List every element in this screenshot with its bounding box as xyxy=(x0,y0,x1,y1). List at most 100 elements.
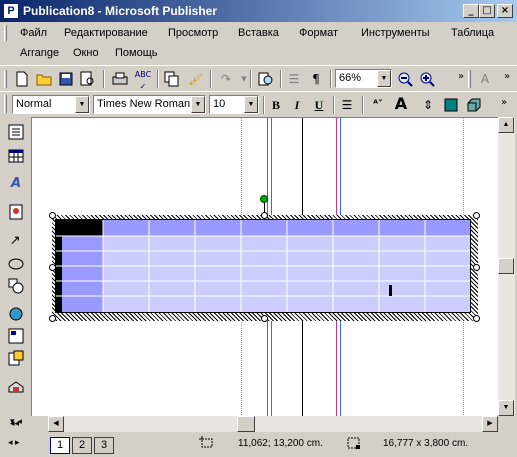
italic-button[interactable]: I xyxy=(287,95,307,115)
page-tab-2[interactable]: 2 xyxy=(72,437,92,454)
oval-icon[interactable] xyxy=(5,253,27,275)
menu-table[interactable]: Таблица xyxy=(451,27,494,39)
redo-icon[interactable]: ↷ xyxy=(216,69,236,89)
scroll-up-button[interactable]: ▲ xyxy=(498,117,514,133)
page-nav-icon[interactable]: ◂ ▸ xyxy=(8,437,20,448)
font-value: Times New Roman xyxy=(97,98,191,110)
resize-handle-se[interactable] xyxy=(473,315,480,322)
object-size-readout: 16,777 x 3,800 cm. xyxy=(383,438,469,449)
menu-help[interactable]: Помощь xyxy=(115,47,158,59)
font-size-combo[interactable]: 10 ▼ xyxy=(209,95,259,114)
underline-button[interactable]: U xyxy=(309,95,329,115)
zoom-out-icon[interactable] xyxy=(395,69,415,89)
vertical-scroll-thumb[interactable] xyxy=(498,258,514,274)
format-painter-icon[interactable]: 🖌 xyxy=(186,69,206,89)
vertical-scrollbar[interactable]: ▲ ▼ xyxy=(498,117,515,416)
open-icon[interactable] xyxy=(34,69,54,89)
wordart-frame-icon[interactable]: A xyxy=(5,173,27,195)
toolbar-overflow-icon[interactable]: » xyxy=(494,93,514,113)
menu-file[interactable]: Файл xyxy=(20,27,47,39)
scroll-left-button[interactable]: ◀ xyxy=(48,416,64,432)
zoom-page-icon[interactable] xyxy=(256,69,276,89)
standard-toolbar-grip[interactable] xyxy=(4,70,7,88)
bold-button[interactable]: B xyxy=(266,95,286,115)
style-value: Normal xyxy=(16,98,52,110)
resize-handle-e[interactable] xyxy=(473,264,480,271)
toolbar-separator xyxy=(157,70,159,88)
new-icon[interactable] xyxy=(12,69,32,89)
resize-handle-n[interactable] xyxy=(261,212,268,219)
rotate-handle[interactable] xyxy=(260,195,268,203)
resize-handle-s[interactable] xyxy=(261,315,268,322)
scroll-right-button[interactable]: ▶ xyxy=(482,416,498,432)
font-size-dropdown-icon[interactable]: ▼ xyxy=(244,96,258,113)
form-control-icon[interactable] xyxy=(5,325,27,347)
style-dropdown-icon[interactable]: ▼ xyxy=(75,96,89,113)
scroll-first-icon[interactable]: ◂◂ xyxy=(10,418,19,429)
line-icon[interactable]: → xyxy=(0,225,31,256)
zoom-in-icon[interactable] xyxy=(417,69,437,89)
publisher-app-icon[interactable]: P xyxy=(3,3,19,19)
spellcheck-icon[interactable]: ABC ✓ xyxy=(133,69,153,91)
save-icon[interactable] xyxy=(56,69,76,89)
menu-window[interactable]: Окно xyxy=(73,47,99,59)
menu-tools[interactable]: Инструменты xyxy=(361,27,430,39)
toolbar-overflow-icon[interactable]: » xyxy=(497,67,517,87)
font-size-value: 10 xyxy=(213,98,226,110)
fill-color-icon[interactable] xyxy=(441,95,461,115)
table-frame[interactable] xyxy=(55,219,471,313)
autoshapes-icon[interactable] xyxy=(5,275,27,297)
print-preview-icon[interactable] xyxy=(78,69,98,89)
resize-handle-ne[interactable] xyxy=(473,212,480,219)
font-combo[interactable]: Times New Roman ▼ xyxy=(93,95,206,114)
wordart-icon[interactable]: A xyxy=(475,69,495,89)
style-combo[interactable]: Normal ▼ xyxy=(12,95,90,114)
menu-bar: Файл Редактирование Просмотр Вставка Фор… xyxy=(0,22,517,62)
maximize-button[interactable]: □ xyxy=(479,4,495,18)
menu-insert[interactable]: Вставка xyxy=(238,27,279,39)
toolbar-separator xyxy=(210,70,212,88)
toolbar-grip[interactable] xyxy=(468,70,471,88)
resize-handle-nw[interactable] xyxy=(49,212,56,219)
menu-edit[interactable]: Редактирование xyxy=(64,27,148,39)
standard-toolbar: ABC ✓ 🖌 ↷ ▼ ☰ ¶ 66% ▼ » A » xyxy=(0,65,517,91)
toolbar-separator xyxy=(280,70,282,88)
title-bar: P Publication8 - Microsoft Publisher _ □… xyxy=(0,0,517,22)
line-spacing-icon[interactable]: ⇕ xyxy=(418,95,438,115)
toolbar-separator xyxy=(250,70,252,88)
formatting-toolbar: Normal ▼ Times New Roman ▼ 10 ▼ B I U ☰ … xyxy=(0,91,517,117)
objects-toolbar: A → ▾ ◂ xyxy=(0,117,30,433)
hot-spot-icon[interactable] xyxy=(5,303,27,325)
picture-frame-icon[interactable] xyxy=(5,201,27,223)
table-frame-icon[interactable] xyxy=(5,145,27,167)
justify-icon[interactable]: ☰ xyxy=(337,95,357,115)
toolbar-separator xyxy=(103,70,105,88)
3d-style-icon[interactable] xyxy=(464,95,484,115)
menu-view[interactable]: Просмотр xyxy=(168,27,218,39)
zoom-dropdown-icon[interactable]: ▼ xyxy=(377,70,391,87)
design-gallery-icon[interactable] xyxy=(5,375,27,397)
minimize-button[interactable]: _ xyxy=(463,4,479,18)
formatting-toolbar-grip[interactable] xyxy=(4,95,7,113)
zoom-combo[interactable]: 66% ▼ xyxy=(335,69,392,88)
window-title: Publication8 - Microsoft Publisher xyxy=(23,4,218,18)
font-dropdown-icon[interactable]: ▼ xyxy=(191,96,205,113)
horizontal-scrollbar[interactable]: ◀ ▶ xyxy=(48,416,498,432)
decrease-font-icon[interactable]: ᴬ˅ xyxy=(368,95,388,115)
columns-icon[interactable]: ☰ xyxy=(284,69,304,89)
resize-handle-sw[interactable] xyxy=(49,315,56,322)
menubar-grip[interactable] xyxy=(4,25,7,41)
increase-font-icon[interactable]: A xyxy=(391,94,411,114)
page-tab-3[interactable]: 3 xyxy=(94,437,114,454)
copy-icon[interactable] xyxy=(162,69,182,89)
text-box-icon[interactable] xyxy=(5,121,27,143)
html-fragment-icon[interactable] xyxy=(5,347,27,369)
page-tab-1[interactable]: 1 xyxy=(50,437,70,454)
scroll-down-button[interactable]: ▼ xyxy=(498,400,514,416)
pilcrow-icon[interactable]: ¶ xyxy=(306,69,326,89)
print-icon[interactable] xyxy=(110,69,130,89)
close-button[interactable]: × xyxy=(497,4,513,18)
horizontal-scroll-thumb[interactable] xyxy=(237,416,255,432)
menu-format[interactable]: Формат xyxy=(299,27,338,39)
menu-arrange[interactable]: Arrange xyxy=(20,47,59,59)
